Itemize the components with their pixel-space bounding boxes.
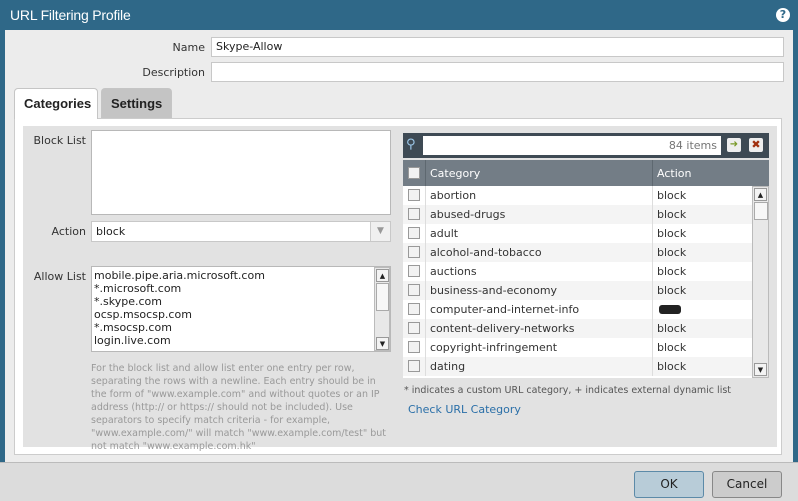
description-input[interactable] (211, 62, 784, 82)
apply-filter-icon[interactable]: ➜ (727, 138, 741, 152)
allow-entry: *.microsoft.com (94, 282, 182, 295)
table-row[interactable]: abused-drugs block (403, 205, 752, 224)
action-cell[interactable]: block (657, 227, 686, 240)
action-cell[interactable]: block (657, 284, 686, 297)
table-toolbar: ⚲ ➜ ✖ (403, 133, 769, 158)
row-checkbox[interactable] (408, 227, 420, 239)
allow-entry: mobile.pipe.aria.microsoft.com (94, 269, 265, 282)
table-row[interactable]: alcohol-and-tobacco block (403, 243, 752, 262)
chevron-down-icon[interactable]: ▼ (370, 222, 390, 241)
block-list-label: Block List (33, 134, 86, 147)
tab-settings[interactable]: Settings (101, 88, 172, 118)
row-checkbox[interactable] (408, 265, 420, 277)
action-cell[interactable]: block (657, 322, 686, 335)
row-checkbox[interactable] (408, 246, 420, 258)
help-icon[interactable]: ? (776, 8, 790, 22)
clear-filter-icon[interactable]: ✖ (749, 138, 763, 152)
action-select[interactable]: block ▼ (91, 221, 391, 242)
scroll-thumb[interactable] (376, 283, 389, 311)
table-header: Category Action (403, 160, 769, 186)
description-label: Description (142, 66, 205, 79)
action-cell[interactable]: block (657, 341, 686, 354)
select-all-checkbox[interactable] (408, 167, 420, 179)
tab-categories[interactable]: Categories (14, 88, 98, 119)
redacted-action (659, 305, 681, 314)
cancel-button[interactable]: Cancel (712, 471, 782, 498)
category-cell: auctions (430, 265, 477, 278)
category-cell: alcohol-and-tobacco (430, 246, 542, 259)
row-checkbox[interactable] (408, 303, 420, 315)
ok-button[interactable]: OK (634, 471, 704, 498)
scroll-down-icon[interactable]: ▼ (754, 363, 767, 376)
row-checkbox[interactable] (408, 322, 420, 334)
table-row[interactable]: abortion block (403, 186, 752, 205)
scroll-thumb[interactable] (754, 202, 768, 220)
table-row[interactable]: auctions block (403, 262, 752, 281)
name-input[interactable]: Skype-Allow (211, 37, 784, 57)
category-cell: abortion (430, 189, 477, 202)
block-list-textarea[interactable] (91, 130, 391, 215)
name-label: Name (172, 41, 205, 54)
table-row[interactable]: computer-and-internet-info (403, 300, 752, 319)
action-cell[interactable]: block (657, 208, 686, 221)
action-cell[interactable]: block (657, 265, 686, 278)
allow-list-textarea[interactable]: mobile.pipe.aria.microsoft.com *.microso… (91, 266, 391, 352)
table-row[interactable]: adult block (403, 224, 752, 243)
allow-list-label: Allow List (33, 270, 86, 283)
category-cell: computer-and-internet-info (430, 303, 580, 316)
action-cell[interactable]: block (657, 246, 686, 259)
category-cell: copyright-infringement (430, 341, 558, 354)
table-note: * indicates a custom URL category, + ind… (404, 385, 732, 396)
allow-entry: *.skype.com (94, 295, 162, 308)
action-cell[interactable]: block (657, 189, 686, 202)
table-row[interactable]: copyright-infringement block (403, 338, 752, 357)
dialog-title: URL Filtering Profile (10, 7, 131, 23)
column-category[interactable]: Category (430, 167, 480, 180)
category-table-body: dating block copyright-infringement block co… (403, 186, 769, 378)
search-icon: ⚲ (406, 137, 416, 152)
category-cell: adult (430, 227, 459, 240)
scroll-up-icon[interactable]: ▲ (754, 188, 767, 201)
row-checkbox[interactable] (408, 360, 420, 372)
category-cell: dating (430, 360, 466, 373)
allow-entry: *.msocsp.com (94, 321, 172, 334)
action-value: block (96, 225, 126, 238)
table-row[interactable]: business-and-economy block (403, 281, 752, 300)
check-url-category-link[interactable]: Check URL Category (408, 403, 521, 416)
table-row[interactable]: dating block (403, 357, 752, 376)
allow-list-scrollbar[interactable]: ▲ ▼ (374, 267, 390, 351)
help-text: For the block list and allow list enter … (91, 363, 387, 452)
table-search-input[interactable] (423, 136, 721, 155)
scroll-up-icon[interactable]: ▲ (376, 269, 389, 282)
category-cell: content-delivery-networks (430, 322, 575, 335)
action-cell[interactable]: block (657, 360, 686, 373)
action-label: Action (51, 225, 86, 238)
row-checkbox[interactable] (408, 284, 420, 296)
table-scrollbar[interactable]: ▲ ▼ (752, 186, 769, 378)
category-cell: abused-drugs (430, 208, 506, 221)
row-checkbox[interactable] (408, 189, 420, 201)
column-action[interactable]: Action (657, 167, 691, 180)
allow-entry: ocsp.msocsp.com (94, 308, 192, 321)
allow-entry: login.live.com (94, 334, 171, 347)
category-cell: business-and-economy (430, 284, 558, 297)
row-checkbox[interactable] (408, 341, 420, 353)
scroll-down-icon[interactable]: ▼ (376, 337, 389, 350)
row-checkbox[interactable] (408, 208, 420, 220)
table-row[interactable]: content-delivery-networks block (403, 319, 752, 338)
